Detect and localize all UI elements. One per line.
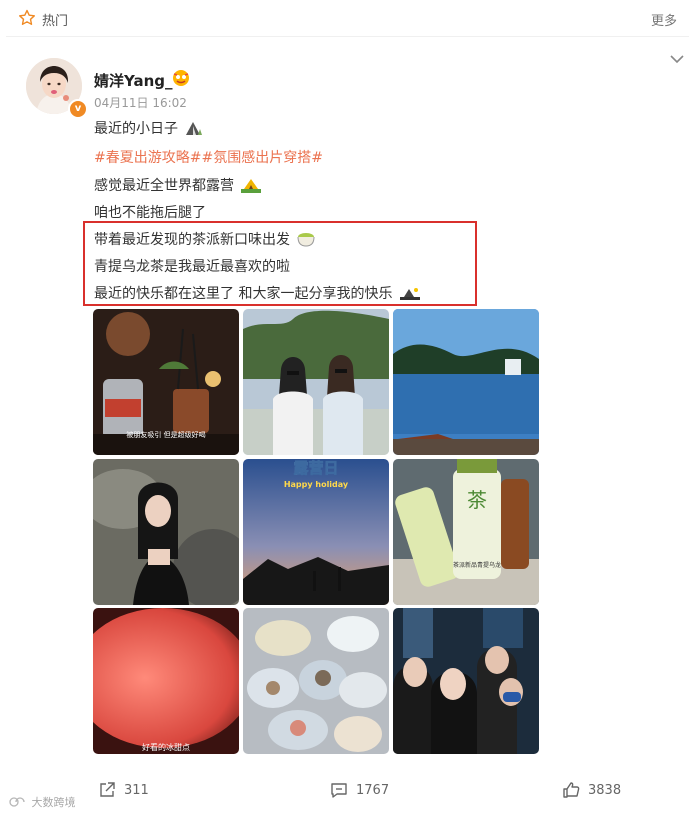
action-bar: 311 1767 3838 bbox=[0, 775, 689, 805]
post-line-text: 最近的小日子 bbox=[94, 121, 178, 137]
verified-badge: v bbox=[68, 99, 88, 119]
bottle-label: 茶 bbox=[467, 488, 487, 512]
photo-dessert[interactable]: 好看的冰甜点 bbox=[93, 608, 239, 754]
comment-button[interactable]: 1767 bbox=[330, 781, 389, 799]
photo-camping-sunset[interactable]: 露营日 Happy holiday bbox=[243, 459, 389, 605]
photo-seafood[interactable] bbox=[243, 608, 389, 754]
share-count: 311 bbox=[124, 782, 149, 798]
tent-emoji-icon bbox=[241, 179, 262, 193]
photo-selfie-group[interactable] bbox=[393, 608, 539, 754]
more-link[interactable]: 更多 bbox=[651, 10, 677, 29]
chevron-down-icon[interactable] bbox=[670, 54, 684, 64]
watermark: 大数跨境 bbox=[8, 794, 76, 810]
hashtag-link[interactable]: #春夏出游攻略##氛围感出片穿搭# bbox=[94, 150, 323, 166]
share-button[interactable]: 311 bbox=[98, 781, 149, 799]
photo-tea-bottles[interactable]: 茶 茶派新品青提乌龙 bbox=[393, 459, 539, 605]
post-line: 感觉最近全世界都露营 bbox=[94, 175, 262, 195]
post-line: 最近的小日子 bbox=[94, 118, 203, 138]
photo-subtitle: Happy holiday bbox=[284, 480, 349, 489]
star-outline-icon bbox=[19, 9, 35, 25]
watermark-text: 大数跨境 bbox=[31, 796, 76, 809]
like-button[interactable]: 3838 bbox=[562, 781, 621, 799]
post-line: 咱也不能拖后腿了 bbox=[94, 202, 206, 222]
photo-lake[interactable] bbox=[393, 309, 539, 455]
like-count: 3838 bbox=[588, 782, 622, 798]
photo-caption: 茶派新品青提乌龙 bbox=[453, 561, 501, 569]
thumbs-up-icon bbox=[563, 782, 580, 798]
camping-emoji-icon bbox=[186, 122, 203, 135]
highlight-box bbox=[83, 221, 477, 306]
post-line-text: 感觉最近全世界都露营 bbox=[94, 178, 234, 194]
photo-portrait-rocks[interactable] bbox=[93, 459, 239, 605]
post-line-text: 咱也不能拖后腿了 bbox=[94, 205, 206, 221]
username[interactable]: 婧洋Yang_ bbox=[94, 70, 173, 91]
photo-caption: 好看的冰甜点 bbox=[142, 742, 190, 752]
photo-bar-drinks[interactable]: 被朋友吸引 但是超级好喝 bbox=[93, 309, 239, 455]
photo-caption: 被朋友吸引 但是超级好喝 bbox=[126, 430, 205, 439]
watermark-logo-icon bbox=[9, 797, 25, 807]
share-icon bbox=[100, 782, 115, 797]
photo-two-girls[interactable] bbox=[243, 309, 389, 455]
photo-title: 露营日 bbox=[293, 459, 338, 477]
post-time[interactable]: 04月11日 16:02 bbox=[94, 94, 187, 111]
hashtag-line[interactable]: #春夏出游攻略##氛围感出片穿搭# bbox=[94, 147, 323, 167]
top-bar: 热门 更多 bbox=[0, 0, 689, 36]
section-label: 热门 bbox=[42, 14, 69, 29]
comment-count: 1767 bbox=[356, 782, 390, 798]
comment-icon bbox=[331, 783, 347, 798]
fan-badge-icon[interactable] bbox=[172, 69, 190, 87]
divider bbox=[6, 36, 689, 37]
